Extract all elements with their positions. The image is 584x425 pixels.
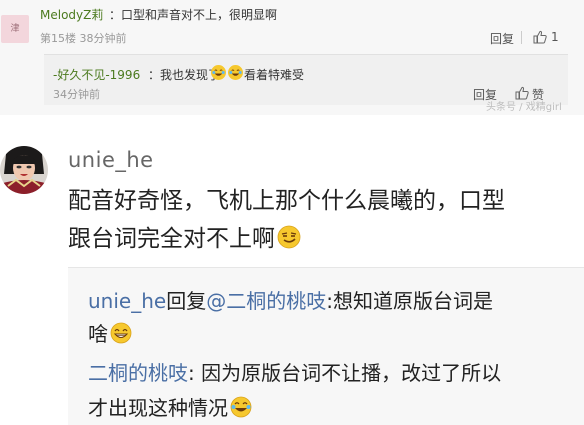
quote-line: 才出现这种情况 (88, 392, 252, 421)
quote-line: unie_he回复@二桐的桃吱:想知道原版台词是 (88, 285, 493, 314)
laughing-crying-emoji (211, 65, 226, 80)
reply-author[interactable]: -好久不见-1996 (53, 66, 140, 83)
quote-author-link[interactable]: 二桐的桃吱 (88, 361, 188, 385)
reply-button[interactable]: 回复 (490, 30, 514, 47)
comment-text: ：口型和声音对不上，很明显啊 (109, 8, 278, 22)
comment-text: 配音好奇怪，飞机上那个什么晨曦的，口型 跟台词完全对不上啊 (68, 182, 568, 258)
comment-meta: 第15楼 38分钟前 (40, 32, 127, 45)
reply-meta: 34分钟前 (53, 88, 100, 101)
comment-text-line-content: 跟台词完全对不上啊 (68, 226, 275, 252)
quote-text: 啥 (88, 322, 108, 346)
laughing-crying-emoji (228, 65, 243, 80)
laughing-crying-emoji (230, 396, 252, 418)
quote-line: 二桐的桃吱: 因为原版台词不让播，改过了所以 (88, 357, 501, 386)
comment-author[interactable]: MelodyZ莉 (40, 6, 103, 23)
grinning-emoji (110, 322, 132, 344)
quote-author-link[interactable]: unie_he (88, 289, 166, 313)
quote-reply-word: 回复 (166, 289, 207, 313)
like-count: 1 (551, 30, 559, 44)
reply-text-after: 看着特难受 (244, 68, 305, 82)
avatar-text: 津 (10, 24, 20, 34)
comment-text-line: 跟台词完全对不上啊 (68, 220, 568, 258)
thumbs-up-icon[interactable] (533, 30, 547, 44)
quote-line: 啥 (88, 318, 132, 347)
mention-link[interactable]: @二桐的桃吱 (206, 289, 326, 313)
smirk-emoji (277, 225, 301, 249)
quote-text: 才出现这种情况 (88, 396, 228, 420)
avatar[interactable]: 津 (1, 15, 29, 43)
quote-text: :想知道原版台词是 (326, 289, 493, 313)
quote-text: : 因为原版台词不让播，改过了所以 (188, 361, 502, 385)
reply-text-before: ：我也发现了 (148, 68, 221, 82)
avatar[interactable] (0, 140, 48, 202)
watermark: 头条号 / 戏精girl (486, 102, 562, 113)
divider (521, 31, 522, 44)
comment-author[interactable]: unie_he (68, 148, 154, 172)
comment-text-line: 配音好奇怪，飞机上那个什么晨曦的，口型 (68, 188, 505, 214)
